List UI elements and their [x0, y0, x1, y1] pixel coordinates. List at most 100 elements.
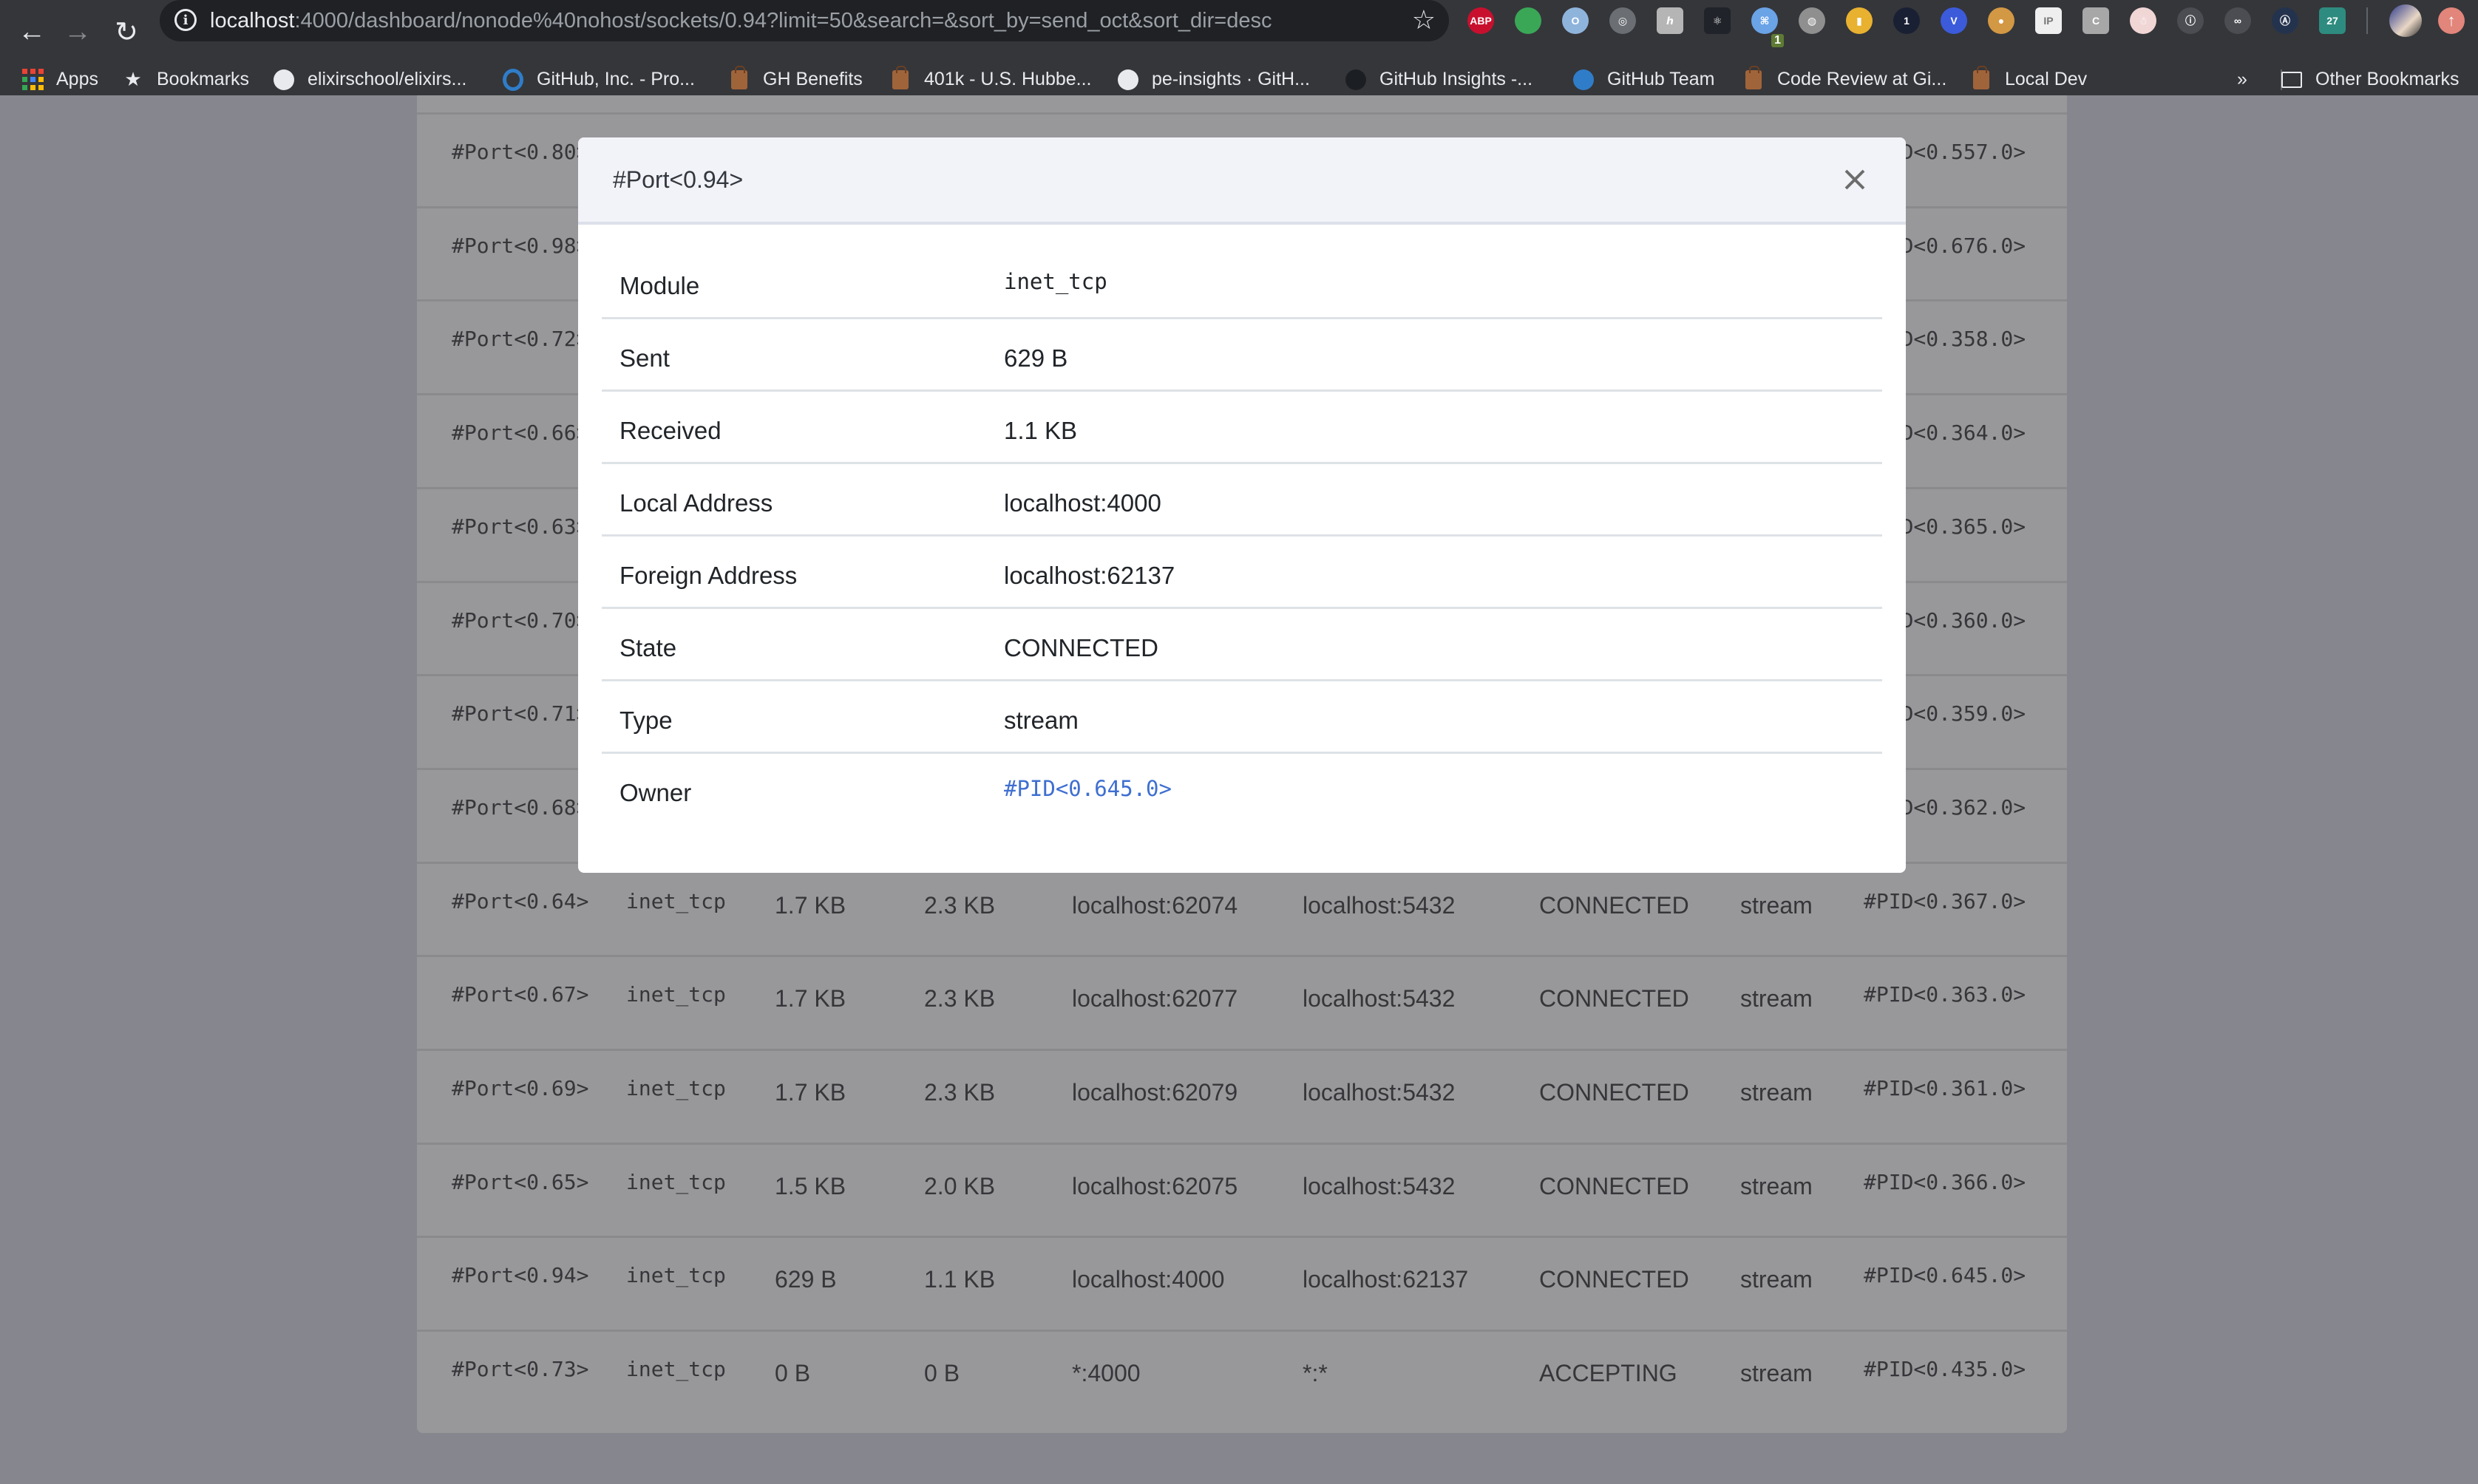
- info-ext-icon[interactable]: ⓘ: [2177, 7, 2204, 34]
- cell-port: #Port<0.69>: [452, 1076, 589, 1100]
- cell-state: CONNECTED: [1539, 1172, 1689, 1199]
- bookmark-label: Bookmarks: [157, 69, 250, 89]
- bookmark-github-inc[interactable]: GitHub, Inc. - Pro...: [503, 64, 695, 95]
- cell-owner[interactable]: #PID<0.645.0>: [1864, 1263, 2026, 1287]
- bookmark-github-team[interactable]: GitHub Team: [1573, 64, 1714, 95]
- onepassword-icon[interactable]: 1: [1893, 7, 1920, 34]
- o-extension-icon[interactable]: O: [1562, 7, 1589, 34]
- port-details-modal: #Port<0.94> Module inet_tcp Sent 629 B Recei…: [578, 137, 1906, 873]
- cell-foreign: localhost:5432: [1303, 985, 1456, 1012]
- detail-row-owner: Owner #PID<0.645.0>: [602, 754, 1882, 826]
- calendar-ext-icon[interactable]: 27: [2319, 7, 2346, 34]
- c-extension-icon[interactable]: C: [2082, 7, 2109, 34]
- cell-port: #Port<0.63>: [452, 514, 589, 539]
- cell-port: #Port<0.73>: [452, 1357, 589, 1382]
- url-host: localhost: [210, 9, 295, 33]
- paint-ext-icon[interactable]: ▮: [1846, 7, 1873, 34]
- forward-button[interactable]: →: [56, 10, 99, 53]
- bookmark-elixirschool[interactable]: elixirschool/elixirs...: [274, 64, 466, 95]
- v-extension-icon[interactable]: V: [1941, 7, 1967, 34]
- bookmark-bookmarks[interactable]: ★ Bookmarks: [123, 64, 249, 95]
- folder-icon: [2281, 69, 2302, 90]
- other-bookmarks[interactable]: Other Bookmarks: [2281, 64, 2460, 95]
- cell-port: #Port<0.65>: [452, 1169, 589, 1194]
- site-info-icon[interactable]: i: [174, 9, 197, 31]
- reload-button[interactable]: ↻: [105, 10, 148, 53]
- octocat-ext-icon[interactable]: ☃: [2130, 7, 2156, 34]
- owner-pid-link[interactable]: #PID<0.645.0>: [1004, 754, 1172, 826]
- github-icon: [1573, 69, 1594, 90]
- back-button[interactable]: ←: [10, 10, 53, 53]
- extension-badge: 1: [1771, 34, 1784, 47]
- bookmark-label: GitHub Team: [1607, 69, 1715, 89]
- close-button[interactable]: [1835, 160, 1875, 200]
- extension-glyph: ∞: [2234, 15, 2241, 27]
- table-row[interactable]: #Port<0.65> inet_tcp 1.5 KB 2.0 KB localhost…: [417, 1142, 2067, 1236]
- table-row[interactable]: #Port<0.69> inet_tcp 1.7 KB 2.3 KB localhost…: [417, 1049, 2067, 1143]
- adblock-plus-icon[interactable]: ABP: [1467, 7, 1494, 34]
- cell-owner[interactable]: #PID<0.366.0>: [1864, 1170, 2026, 1194]
- ip-ext-icon[interactable]: IP: [2035, 7, 2062, 34]
- bookmark-code-review[interactable]: Code Review at Gi...: [1743, 64, 1946, 95]
- table-row[interactable]: #Port<0.67> inet_tcp 1.7 KB 2.3 KB localhost…: [417, 955, 2067, 1049]
- cell-local: localhost:4000: [1072, 1266, 1225, 1293]
- glasses-ext-icon[interactable]: ∞: [2224, 7, 2251, 34]
- detail-row-sent: Sent 629 B: [602, 319, 1882, 392]
- update-arrow-icon[interactable]: ↑: [2438, 7, 2465, 34]
- bookmark-pe-insights[interactable]: pe-insights · GitH...: [1118, 64, 1310, 95]
- bookmarks-overflow-button[interactable]: »: [2237, 64, 2247, 95]
- cell-type: stream: [1740, 891, 1813, 919]
- avatar[interactable]: [2389, 4, 2422, 37]
- bookmark-apps[interactable]: Apps: [21, 64, 98, 95]
- table-row[interactable]: #Port<0.94> inet_tcp 629 B 1.1 KB localhost:…: [417, 1236, 2067, 1330]
- cell-sent: 1.7 KB: [775, 985, 846, 1012]
- target-icon[interactable]: ◎: [1609, 7, 1636, 34]
- film-ext-icon[interactable]: ◍: [1799, 7, 1825, 34]
- cell-owner[interactable]: #PID<0.367.0>: [1864, 889, 2026, 913]
- cell-port: #Port<0.67>: [452, 982, 589, 1007]
- cell-foreign: localhost:5432: [1303, 1079, 1456, 1106]
- browser-toolbar: ← → ↻ i localhost:4000/dashboard/nonode%…: [0, 0, 2478, 64]
- h-extension-icon[interactable]: ℎ: [1657, 7, 1683, 34]
- bookmark-label: Apps: [56, 69, 98, 89]
- table-row[interactable]: #Port<0.64> inet_tcp 1.7 KB 2.3 KB localhost…: [417, 861, 2067, 956]
- cell-owner[interactable]: #PID<0.435.0>: [1864, 1357, 2026, 1381]
- cell-owner[interactable]: #PID<0.363.0>: [1864, 982, 2026, 1007]
- cell-module: inet_tcp: [626, 1076, 726, 1100]
- table-row[interactable]: #Port<0.73> inet_tcp 0 B 0 B *:4000 *:* ACCEPT…: [417, 1330, 2067, 1423]
- bookmark-label: GH Benefits: [763, 69, 863, 89]
- cell-port: #Port<0.66>: [452, 421, 589, 446]
- bookmark-401k[interactable]: 401k - U.S. Hubbe...: [890, 64, 1092, 95]
- extension-glyph: ⌘: [1759, 14, 1770, 27]
- cookie-ext-icon[interactable]: ●: [1988, 7, 2014, 34]
- detail-label: Foreign Address: [620, 562, 798, 589]
- cell-port: #Port<0.98>: [452, 233, 589, 258]
- detail-value: inet_tcp: [1004, 269, 1107, 294]
- bookmark-label: Local Dev: [2005, 69, 2088, 89]
- chevron-double-right-icon: »: [2237, 69, 2247, 89]
- bookmark-label: Code Review at Gi...: [1777, 69, 1947, 89]
- cell-module: inet_tcp: [626, 888, 726, 913]
- keyboard-ext-icon[interactable]: ⌘ 1: [1751, 7, 1784, 47]
- react-devtools-icon[interactable]: ⚛: [1704, 7, 1731, 34]
- cell-owner[interactable]: #PID<0.361.0>: [1864, 1076, 2026, 1100]
- bookmark-label: GitHub Insights -...: [1379, 69, 1533, 89]
- detail-row-module: Module inet_tcp: [602, 247, 1882, 319]
- bookmark-star-icon[interactable]: ☆: [1412, 4, 1436, 35]
- bookmark-label: GitHub, Inc. - Pro...: [537, 69, 695, 89]
- url-text[interactable]: localhost:4000/dashboard/nonode%40nohost…: [210, 0, 1272, 41]
- modal-title: #Port<0.94>: [613, 166, 744, 193]
- cell-foreign: localhost:5432: [1303, 1172, 1456, 1199]
- green-dot-icon[interactable]: [1515, 7, 1541, 34]
- cell-received: 2.3 KB: [924, 891, 996, 919]
- a-extension-icon[interactable]: Ⓐ: [2272, 7, 2298, 34]
- bookmark-gh-benefits[interactable]: GH Benefits: [729, 64, 863, 95]
- bookmark-github-insights[interactable]: GitHub Insights -...: [1345, 64, 1532, 95]
- reload-icon: ↻: [115, 16, 138, 48]
- cell-module: inet_tcp: [626, 1263, 726, 1288]
- address-bar[interactable]: i localhost:4000/dashboard/nonode%40noho…: [160, 0, 1449, 41]
- bag-icon: [1743, 65, 1764, 90]
- cell-state: CONNECTED: [1539, 1079, 1689, 1106]
- cell-local: localhost:62075: [1072, 1172, 1238, 1199]
- bookmark-local-dev[interactable]: Local Dev: [1971, 64, 2087, 95]
